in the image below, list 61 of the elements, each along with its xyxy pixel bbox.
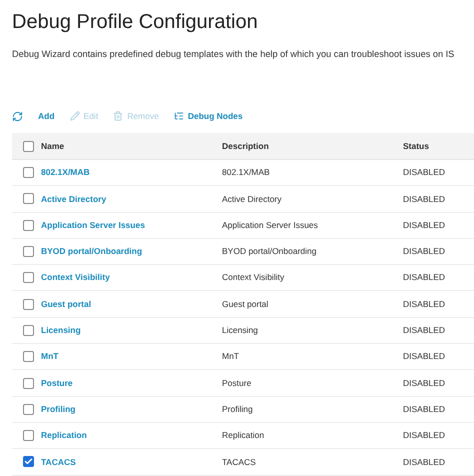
- column-header: Description: [222, 140, 270, 152]
- checkbox[interactable]: [23, 456, 34, 468]
- table-cell-text: TACACS: [222, 456, 257, 468]
- profile-link[interactable]: Context Visibility: [41, 271, 110, 284]
- checkbox[interactable]: [23, 220, 34, 231]
- table-cell-text: Licensing: [222, 324, 259, 337]
- profile-link[interactable]: MnT: [41, 350, 58, 364]
- checkbox[interactable]: [23, 140, 34, 152]
- table-cell: DISABLED: [403, 429, 446, 442]
- table-cell: DISABLED: [403, 192, 446, 206]
- table-cell: DISABLED: [403, 324, 446, 337]
- profile-link[interactable]: 802.1X/MAB: [41, 166, 90, 180]
- profile-link[interactable]: BYOD portal/Onboarding: [41, 245, 142, 258]
- table-cell: DISABLED: [403, 298, 446, 310]
- checkbox[interactable]: [23, 298, 34, 310]
- profile-link[interactable]: Licensing: [41, 324, 81, 337]
- profile-link[interactable]: Active Directory: [41, 192, 106, 206]
- checkbox[interactable]: [23, 324, 34, 336]
- page-title: Debug Profile Configuration: [12, 12, 258, 32]
- table-cell-text: Application Server Issues: [222, 218, 319, 232]
- table-cell-text: BYOD portal/Onboarding: [222, 245, 318, 258]
- checkbox[interactable]: [23, 272, 34, 284]
- profile-link[interactable]: TACACS: [41, 456, 76, 468]
- table-cell-text: Profiling: [222, 402, 254, 416]
- profile-link[interactable]: Replication: [41, 429, 87, 442]
- checkbox[interactable]: [23, 378, 34, 389]
- profile-link[interactable]: Profiling: [41, 402, 76, 416]
- table-cell-text: Context Visibility: [222, 271, 286, 284]
- table-cell: DISABLED: [403, 218, 446, 232]
- page-description: Debug Wizard contains predefined debug templates with the help of which you can troubleshoot issues on IS: [12, 48, 454, 61]
- table-cell: DISABLED: [403, 456, 446, 468]
- checkbox[interactable]: [23, 167, 34, 178]
- column-header: Status: [403, 140, 429, 152]
- table-cell: DISABLED: [403, 402, 446, 416]
- table-cell: DISABLED: [403, 271, 446, 284]
- table-cell-text: 802.1X/MAB: [222, 166, 271, 180]
- add-button[interactable]: Add: [38, 110, 55, 122]
- checkbox[interactable]: [23, 246, 34, 258]
- list-icon: [174, 111, 184, 121]
- trash-icon: [113, 111, 124, 121]
- refresh-button[interactable]: [12, 110, 23, 122]
- checkbox[interactable]: [23, 430, 34, 442]
- profile-link[interactable]: Guest portal: [41, 298, 92, 310]
- table-cell-text: Posture: [222, 376, 252, 390]
- table-cell: DISABLED: [403, 376, 446, 390]
- profile-link[interactable]: Posture: [41, 376, 73, 390]
- table-cell-text: Replication: [222, 429, 266, 442]
- column-header: Name: [41, 140, 66, 152]
- debug-nodes-button[interactable]: Debug Nodes: [174, 110, 243, 122]
- checkbox[interactable]: [23, 193, 34, 204]
- table-cell: DISABLED: [403, 166, 446, 180]
- checkbox[interactable]: [23, 404, 34, 415]
- table-cell-text: Active Directory: [222, 192, 283, 206]
- table-cell-text: MnT: [222, 350, 240, 364]
- table-cell: DISABLED: [403, 245, 446, 258]
- table-cell-text: Guest portal: [222, 298, 270, 310]
- refresh-icon: [12, 110, 23, 122]
- pencil-icon: [70, 111, 80, 121]
- table-cell: DISABLED: [403, 350, 446, 364]
- profile-link[interactable]: Application Server Issues: [41, 218, 145, 232]
- checkbox[interactable]: [23, 351, 34, 362]
